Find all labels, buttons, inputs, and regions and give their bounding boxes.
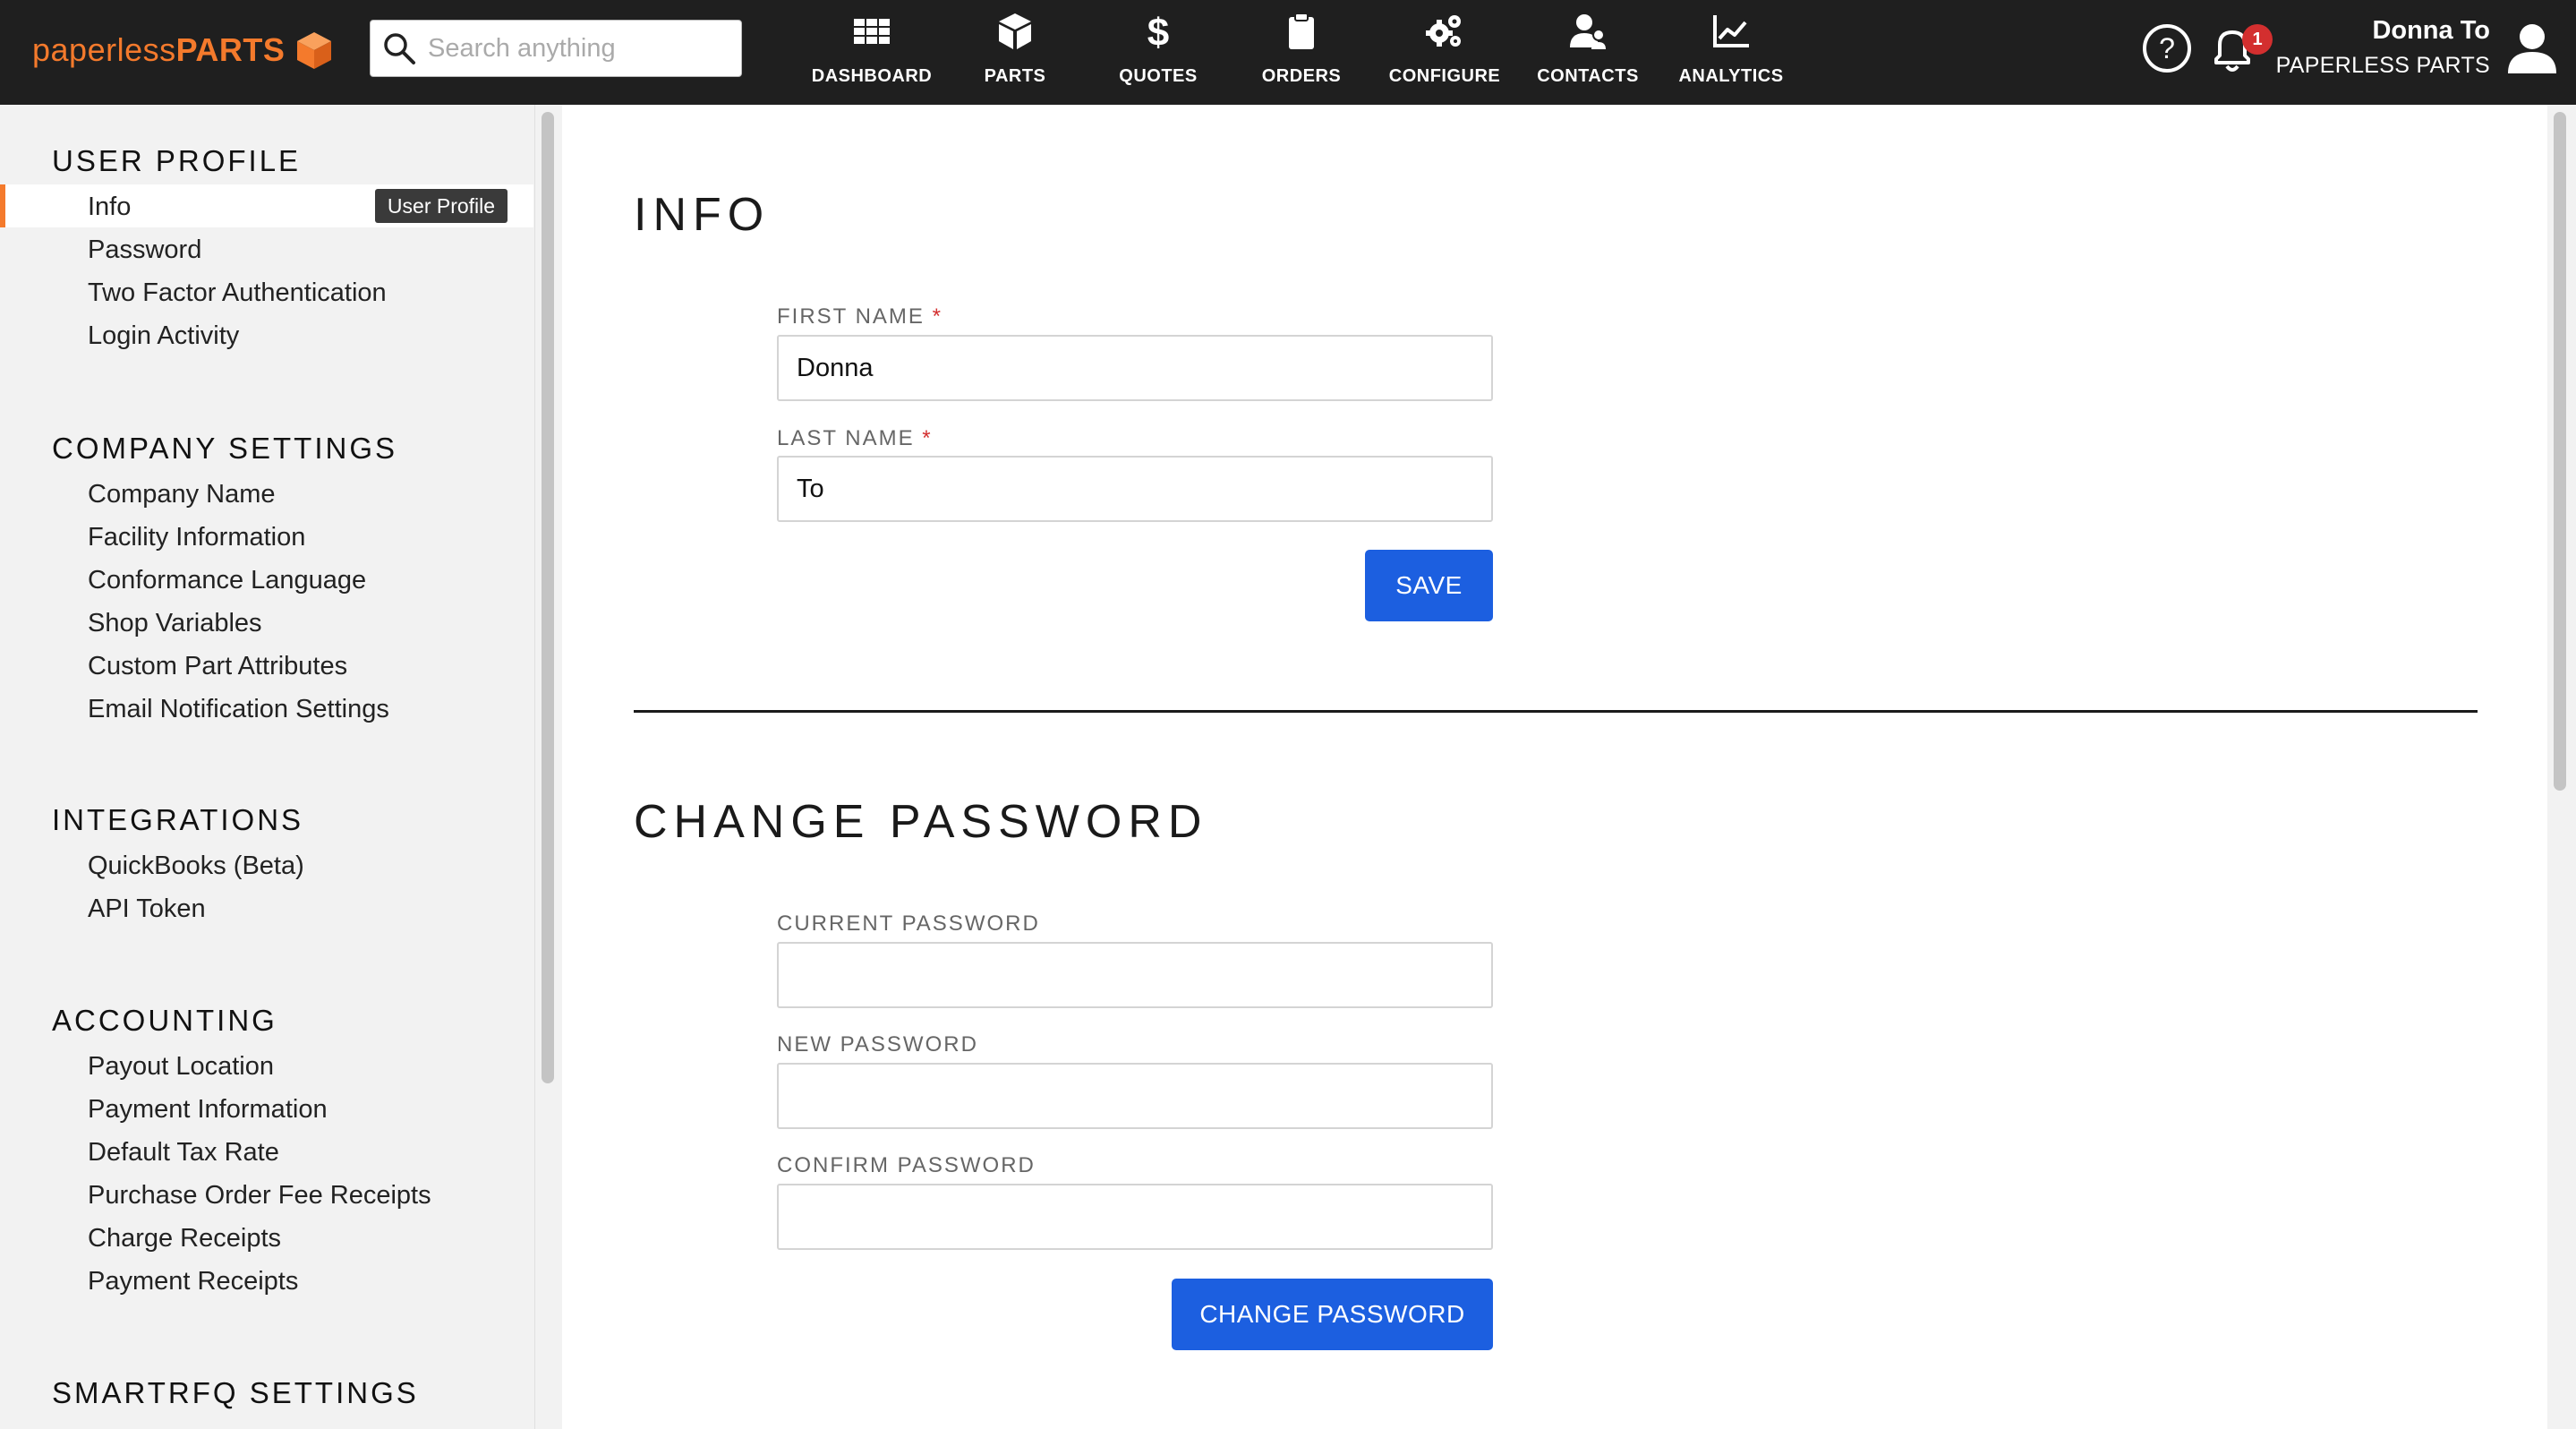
user-menu[interactable]: Donna To PAPERLESS PARTS	[2276, 13, 2490, 82]
sidebar-item-conformance-language[interactable]: Conformance Language	[88, 566, 366, 595]
required-mark: *	[932, 304, 943, 329]
section-divider	[634, 710, 2478, 713]
sidebar-item-facility-information[interactable]: Facility Information	[88, 523, 305, 552]
section-user-profile: USER PROFILE	[52, 144, 302, 177]
change-password-button[interactable]: CHANGE PASSWORD	[1172, 1279, 1493, 1350]
sidebar-item-payment-receipts[interactable]: Payment Receipts	[88, 1267, 298, 1296]
confirm-password-label: CONFIRM PASSWORD	[777, 1153, 1036, 1177]
sidebar-item-payout-location[interactable]: Payout Location	[88, 1052, 274, 1082]
nav-dashboard[interactable]: DASHBOARD	[800, 0, 943, 105]
notification-badge: 1	[2242, 24, 2273, 55]
cube-icon	[994, 11, 1036, 52]
nav-label: CONTACTS	[1537, 66, 1639, 86]
company-name: PAPERLESS PARTS	[2275, 53, 2490, 78]
svg-text:?: ?	[2159, 32, 2175, 64]
brand-cube-icon	[297, 32, 332, 69]
nav-orders[interactable]: ORDERS	[1230, 0, 1373, 105]
brand-logo[interactable]: paperlessPARTS	[32, 27, 335, 73]
sidebar-item-two-factor[interactable]: Two Factor Authentication	[88, 278, 387, 308]
clipboard-icon	[1281, 11, 1322, 52]
nav-label: DASHBOARD	[811, 66, 933, 86]
tooltip-user-profile: User Profile	[375, 189, 508, 223]
current-password-label: CURRENT PASSWORD	[777, 911, 1040, 936]
sidebar-item-charge-receipts[interactable]: Charge Receipts	[88, 1224, 281, 1254]
svg-text:$: $	[1147, 12, 1169, 51]
search-bar[interactable]	[370, 20, 742, 77]
users-icon	[1567, 11, 1608, 52]
section-company-settings: COMPANY SETTINGS	[52, 432, 397, 465]
change-password-title: CHANGE PASSWORD	[634, 796, 1208, 848]
gears-icon	[1424, 11, 1465, 52]
brand-name: paperlessPARTS	[32, 31, 286, 68]
settings-sidebar: USER PROFILE Info Password Two Factor Au…	[0, 105, 535, 1429]
sidebar-item-payment-information[interactable]: Payment Information	[88, 1095, 328, 1125]
active-indicator	[0, 184, 5, 227]
first-name-label: FIRST NAME *	[777, 304, 943, 329]
user-name: Donna To	[2372, 16, 2490, 45]
first-name-field[interactable]	[777, 335, 1493, 401]
sidebar-item-password[interactable]: Password	[88, 235, 201, 265]
nav-contacts[interactable]: CONTACTS	[1516, 0, 1659, 105]
sidebar-item-api-token[interactable]: API Token	[88, 894, 206, 924]
confirm-password-field[interactable]	[777, 1184, 1493, 1250]
nav-parts[interactable]: PARTS	[943, 0, 1087, 105]
nav-label: ORDERS	[1261, 66, 1342, 86]
sidebar-item-quickbooks[interactable]: QuickBooks (Beta)	[88, 851, 304, 881]
section-accounting: ACCOUNTING	[52, 1004, 277, 1037]
nav-label: ANALYTICS	[1678, 66, 1784, 86]
top-bar: paperlessPARTS DASHBOARD	[0, 0, 2576, 105]
help-icon[interactable]: ?	[2142, 23, 2192, 73]
sidebar-item-login-activity[interactable]: Login Activity	[88, 321, 239, 351]
nav-label: PARTS	[984, 66, 1046, 86]
sidebar-item-info[interactable]: Info	[88, 193, 131, 222]
chart-icon	[1710, 11, 1752, 52]
sidebar-item-custom-part-attributes[interactable]: Custom Part Attributes	[88, 652, 347, 681]
main-scrollbar-thumb[interactable]	[2554, 112, 2566, 791]
section-smartrfq-settings: SMARTRFQ SETTINGS	[52, 1376, 419, 1409]
nav-analytics[interactable]: ANALYTICS	[1659, 0, 1803, 105]
new-password-label: NEW PASSWORD	[777, 1032, 978, 1057]
nav-label: CONFIGURE	[1388, 66, 1501, 86]
dollar-icon: $	[1138, 11, 1179, 52]
search-icon	[384, 33, 415, 64]
nav-label: QUOTES	[1119, 66, 1198, 86]
current-password-field[interactable]	[777, 942, 1493, 1008]
last-name-label: LAST NAME *	[777, 426, 933, 450]
grid-icon	[851, 11, 892, 52]
sidebar-item-default-tax-rate[interactable]: Default Tax Rate	[88, 1138, 279, 1168]
nav-quotes[interactable]: $ QUOTES	[1087, 0, 1230, 105]
nav-configure[interactable]: CONFIGURE	[1373, 0, 1516, 105]
required-mark: *	[922, 426, 933, 450]
sidebar-scrollbar-thumb[interactable]	[542, 112, 554, 1083]
avatar-icon[interactable]	[2506, 21, 2558, 75]
sidebar-item-email-notification-settings[interactable]: Email Notification Settings	[88, 695, 389, 724]
sidebar-item-company-name[interactable]: Company Name	[88, 480, 276, 509]
last-name-field[interactable]	[777, 456, 1493, 522]
search-input[interactable]	[428, 33, 732, 64]
section-integrations: INTEGRATIONS	[52, 803, 304, 836]
sidebar-item-po-fee-receipts[interactable]: Purchase Order Fee Receipts	[88, 1181, 431, 1211]
sidebar-item-shop-variables[interactable]: Shop Variables	[88, 609, 262, 638]
save-button[interactable]: SAVE	[1365, 550, 1493, 621]
info-title: INFO	[634, 189, 771, 241]
new-password-field[interactable]	[777, 1063, 1493, 1129]
